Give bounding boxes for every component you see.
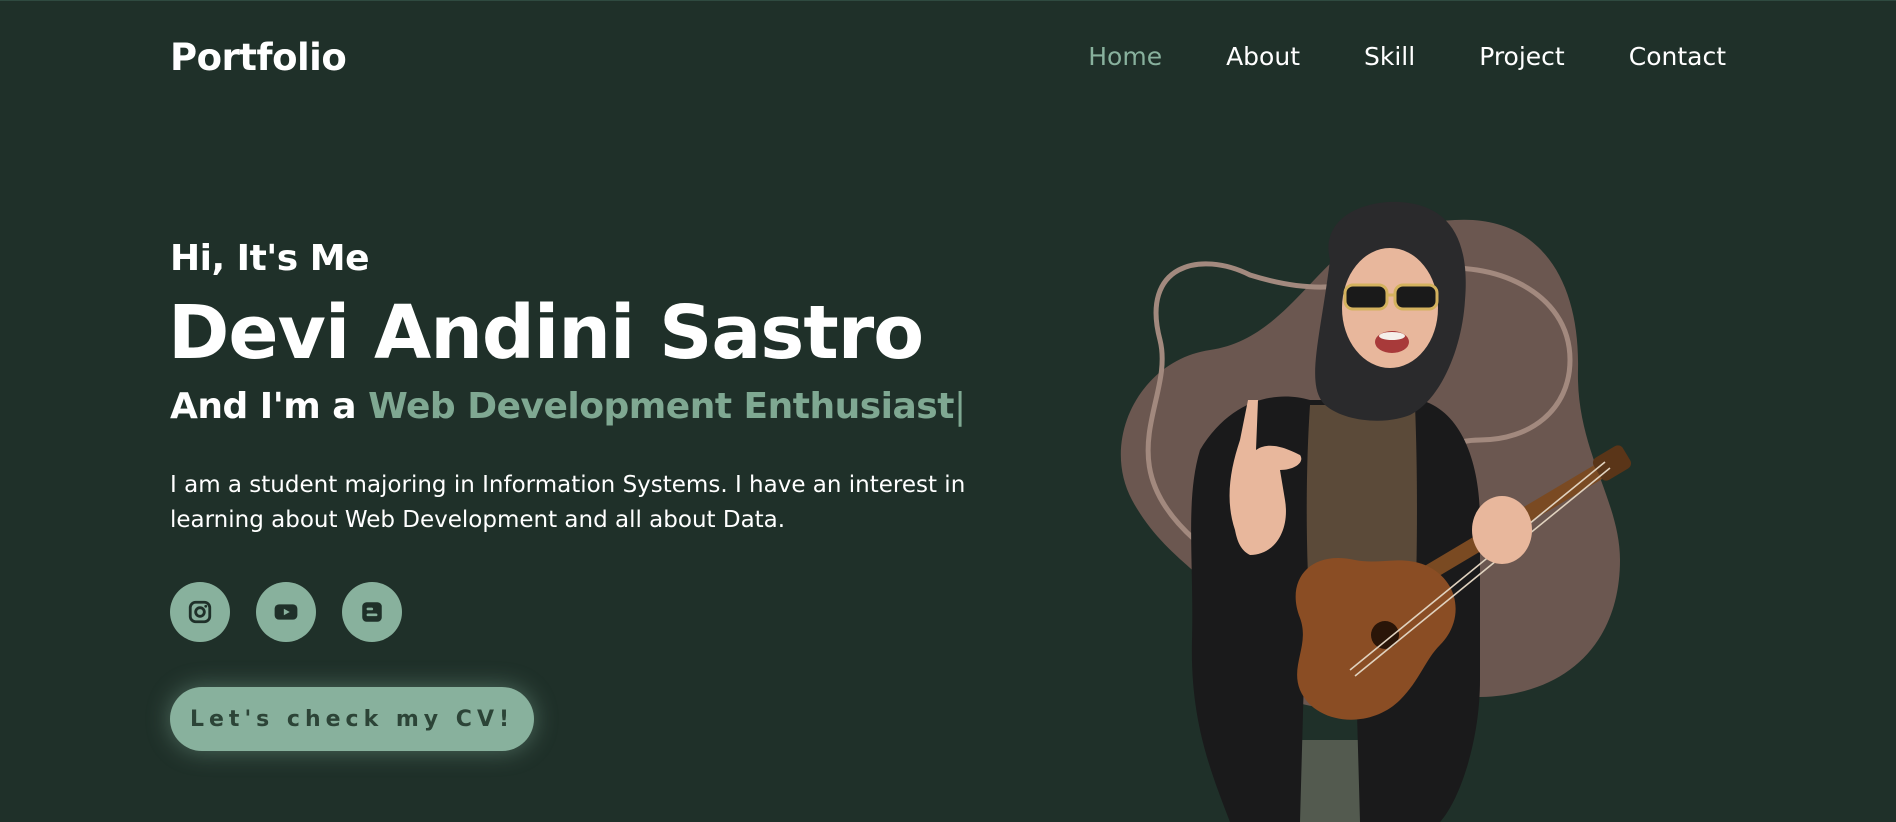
youtube-button[interactable] [256,582,316,642]
hero-role: And I'm a Web Development Enthusiast| [170,386,966,427]
nav-about[interactable]: About [1226,42,1300,71]
nav-contact[interactable]: Contact [1629,42,1726,71]
social-links [170,582,402,642]
instagram-button[interactable] [170,582,230,642]
hero-name: Devi Andini Sastro [168,290,924,376]
nav-home[interactable]: Home [1088,42,1162,71]
nav-skill[interactable]: Skill [1364,42,1415,71]
role-prefix: And I'm a [170,386,357,427]
instagram-icon [188,600,212,624]
hero-description: I am a student majoring in Information S… [170,472,966,533]
portfolio-page: Portfolio Home About Skill Project Conta… [0,0,1896,822]
blogger-icon [362,602,382,622]
role-highlight: Web Development Enthusiast [368,386,954,427]
hero-illustration [1120,201,1632,822]
youtube-icon [274,604,298,620]
top-border [0,0,1896,1]
blogger-button[interactable] [342,582,402,642]
site-logo[interactable]: Portfolio [170,36,347,79]
typing-caret: | [953,386,966,427]
nav-project[interactable]: Project [1479,42,1565,71]
check-cv-button[interactable]: Let's check my CV! [170,687,534,751]
hero-greeting: Hi, It's Me [170,238,370,279]
main-nav: Home About Skill Project Contact [1088,42,1726,71]
